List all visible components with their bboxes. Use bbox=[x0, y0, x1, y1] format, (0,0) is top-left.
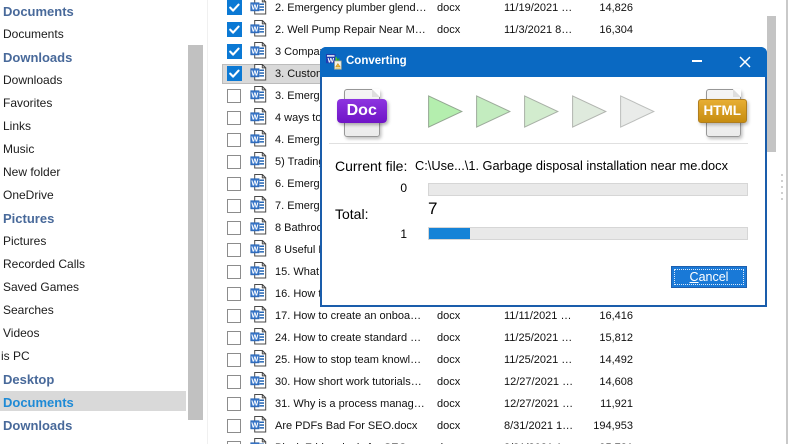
svg-text:W: W bbox=[251, 112, 258, 121]
svg-text:W: W bbox=[251, 376, 258, 385]
svg-text:W: W bbox=[251, 178, 258, 187]
svg-text:W: W bbox=[251, 398, 258, 407]
svg-text:W: W bbox=[251, 68, 258, 77]
svg-text:W: W bbox=[251, 200, 258, 209]
svg-text:W: W bbox=[251, 90, 258, 99]
svg-text:W: W bbox=[251, 156, 258, 165]
svg-text:W: W bbox=[328, 58, 335, 65]
svg-text:W: W bbox=[251, 24, 258, 33]
svg-text:W: W bbox=[251, 266, 258, 275]
svg-text:W: W bbox=[251, 2, 258, 11]
svg-text:W: W bbox=[251, 310, 258, 319]
svg-text:W: W bbox=[251, 354, 258, 363]
svg-text:W: W bbox=[251, 288, 258, 297]
svg-text:W: W bbox=[251, 46, 258, 55]
svg-text:W: W bbox=[251, 244, 258, 253]
svg-text:W: W bbox=[251, 332, 258, 341]
svg-text:W: W bbox=[251, 222, 258, 231]
svg-text:W: W bbox=[251, 420, 258, 429]
svg-text:W: W bbox=[251, 134, 258, 143]
